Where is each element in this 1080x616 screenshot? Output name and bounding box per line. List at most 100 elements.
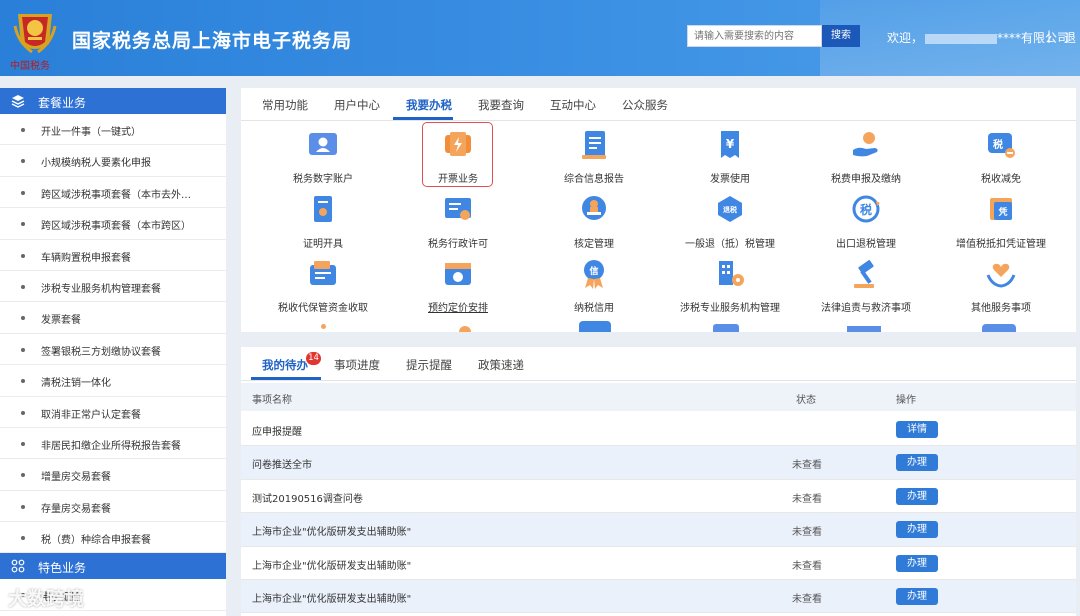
id-card-icon (309, 133, 337, 155)
service-tax-relief[interactable]: 税 税收减免 (931, 128, 1071, 188)
tab-progress[interactable]: 事项进度 (334, 357, 380, 373)
service-fund-custody[interactable]: 税收代保管资金收取 (253, 257, 393, 317)
service-legal-remedy[interactable]: 法律追责与救济事项 (796, 257, 936, 317)
welcome-text: 欢迎， ****有限公司 (887, 29, 1069, 46)
logout-link[interactable]: 退 (1064, 29, 1076, 46)
header-bar: 中国税务 国家税务总局上海市电子税务局 搜索 欢迎， ****有限公司 | 退 (0, 0, 1080, 76)
tax-glyph: 税 (993, 138, 1003, 151)
active-tab-indicator (251, 377, 321, 380)
tab-reminders[interactable]: 提示提醒 (406, 357, 452, 373)
partial-service-icon (321, 324, 326, 329)
sidebar-item[interactable]: 跨区域涉税事项套餐（本市跨区） (0, 208, 226, 240)
service-export-refund[interactable]: 税 出口退税管理 (796, 193, 936, 253)
tab-policy-news[interactable]: 政策速递 (478, 357, 524, 373)
bullet-icon (21, 128, 25, 132)
bullet-icon (21, 284, 25, 289)
sidebar-item[interactable]: 发票套餐 (0, 302, 226, 334)
partial-service-icon (982, 324, 1016, 332)
bullet-icon (21, 473, 25, 478)
tab-interaction[interactable]: 互动中心 (550, 97, 596, 113)
sidebar-item[interactable]: 取消非正常户认定套餐 (0, 397, 226, 428)
sidebar-section-package[interactable]: 套餐业务 (0, 88, 226, 114)
company-suffix: ****有限公司 (997, 31, 1070, 45)
search-input[interactable] (687, 25, 822, 47)
sidebar-item[interactable]: 增量房交易套餐 (0, 459, 226, 491)
sidebar-item[interactable]: 开业一件事（一键式） (0, 114, 226, 146)
handle-button[interactable]: 办理 (896, 521, 938, 539)
tab-query[interactable]: 我要查询 (478, 97, 524, 113)
row-name: 上海市企业"优化版研发支出辅助账" (252, 594, 412, 605)
sidebar-item[interactable]: 非居民扣缴企业所得税报告套餐 (0, 428, 226, 460)
row-name: 问卷推送全市 (252, 460, 312, 472)
service-agency-management[interactable]: 涉税专业服务机构管理 (660, 257, 800, 317)
handle-button[interactable]: 办理 (896, 454, 938, 472)
sidebar-item-label: 开业一件事（一键式） (41, 127, 141, 138)
tab-user-center[interactable]: 用户中心 (334, 97, 380, 113)
sidebar-item-label: 非居民扣缴企业所得税报告套餐 (41, 440, 181, 452)
service-credit[interactable]: 信 纳税信用 (524, 257, 664, 317)
sidebar-item[interactable]: 小规模纳税人要素化申报 (0, 145, 226, 177)
bullet-icon (21, 190, 25, 195)
handle-button[interactable]: 办理 (896, 487, 938, 505)
tab-public-service[interactable]: 公众服务 (622, 97, 668, 113)
service-other[interactable]: 其他服务事项 (931, 257, 1071, 317)
service-digital-account[interactable]: 税务数字账户 (253, 128, 393, 188)
bullet-icon (21, 347, 25, 352)
license-icon (445, 198, 471, 220)
service-invoice-use[interactable]: ¥ 发票使用 (660, 128, 800, 188)
service-vat-deduction[interactable]: 凭 增值税抵扣凭证管理 (931, 193, 1071, 253)
bullet-icon (21, 536, 25, 541)
table-row: 问卷推送全市 未查看 办理 (241, 446, 1076, 480)
tax-reduce-icon: 税 (988, 133, 1015, 158)
sidebar-item[interactable]: 涉税专业服务机构管理套餐 (0, 271, 226, 303)
handle-button[interactable]: 办理 (896, 554, 938, 572)
partial-service-icon (847, 326, 881, 332)
yen-receipt-icon: ¥ (721, 131, 739, 158)
bullet-icon (21, 410, 25, 415)
tax-emblem-icon (13, 14, 57, 54)
service-label: 预约定价安排 (428, 303, 488, 314)
sidebar-item[interactable]: 跨区域涉税事项套餐（本市去外… (0, 177, 226, 209)
row-status: 未查看 (792, 493, 822, 505)
service-label: 税务行政许可 (428, 239, 488, 250)
service-pricing-arrangement[interactable]: 预约定价安排 (388, 257, 528, 317)
sidebar-item[interactable]: 清税注销一体化 (0, 365, 226, 397)
sidebar-item[interactable]: 存量房交易套餐 (0, 491, 226, 523)
bullet-icon (21, 379, 25, 384)
emblem-caption: 中国税务 (10, 61, 50, 72)
service-label: 税收代保管资金收取 (278, 303, 368, 314)
sidebar-item[interactable]: 签署银税三方划缴协议套餐 (0, 334, 226, 366)
voucher-icon: 凭 (990, 198, 1012, 220)
welcome-label: 欢迎， (887, 31, 924, 45)
service-label: 法律追责与救济事项 (821, 303, 911, 314)
tab-common[interactable]: 常用功能 (262, 97, 308, 113)
handle-button[interactable]: 办理 (896, 588, 938, 605)
service-tax-filing[interactable]: 税费申报及缴纳 (796, 128, 936, 188)
sidebar-section-special[interactable]: 特色业务 (0, 553, 226, 580)
table-row: 应申报提醒 详情 (241, 413, 1076, 447)
service-label: 涉税专业服务机构管理 (680, 303, 780, 314)
tax-circle-icon: 税 (852, 195, 880, 223)
search-button[interactable]: 搜索 (822, 25, 860, 47)
services-panel: 常用功能 用户中心 我要办税 我要查询 互动中心 公众服务 税务数字账户 开票业… (241, 88, 1076, 332)
service-refund[interactable]: 退税 一般退（抵）税管理 (660, 193, 800, 253)
service-label: 纳税信用 (574, 303, 614, 314)
building-gear-icon (719, 261, 744, 286)
service-certificate[interactable]: 证明开具 (253, 193, 393, 253)
details-button[interactable]: 详情 (896, 421, 938, 438)
tab-my-todo[interactable]: 我的待办 (262, 357, 308, 373)
certificate-icon (314, 196, 332, 222)
sidebar-section-label: 套餐业务 (38, 96, 87, 110)
report-icon (582, 131, 606, 159)
sidebar-item[interactable]: 税（费）种综合申报套餐 (0, 522, 226, 554)
sidebar-item[interactable]: 车辆购置税申报套餐 (0, 240, 226, 271)
column-header-name: 事项名称 (252, 395, 292, 406)
todo-count-badge: 14 (306, 352, 321, 365)
row-status: 未查看 (792, 594, 822, 605)
todo-tabs: 我的待办 14 事项进度 提示提醒 政策速递 (241, 347, 1076, 381)
service-assessment[interactable]: 核定管理 (524, 193, 664, 253)
service-admin-license[interactable]: 税务行政许可 (388, 193, 528, 253)
tab-tax-handling[interactable]: 我要办税 (406, 97, 452, 113)
active-tab-indicator (393, 117, 453, 120)
service-info-report[interactable]: 综合信息报告 (524, 128, 664, 188)
